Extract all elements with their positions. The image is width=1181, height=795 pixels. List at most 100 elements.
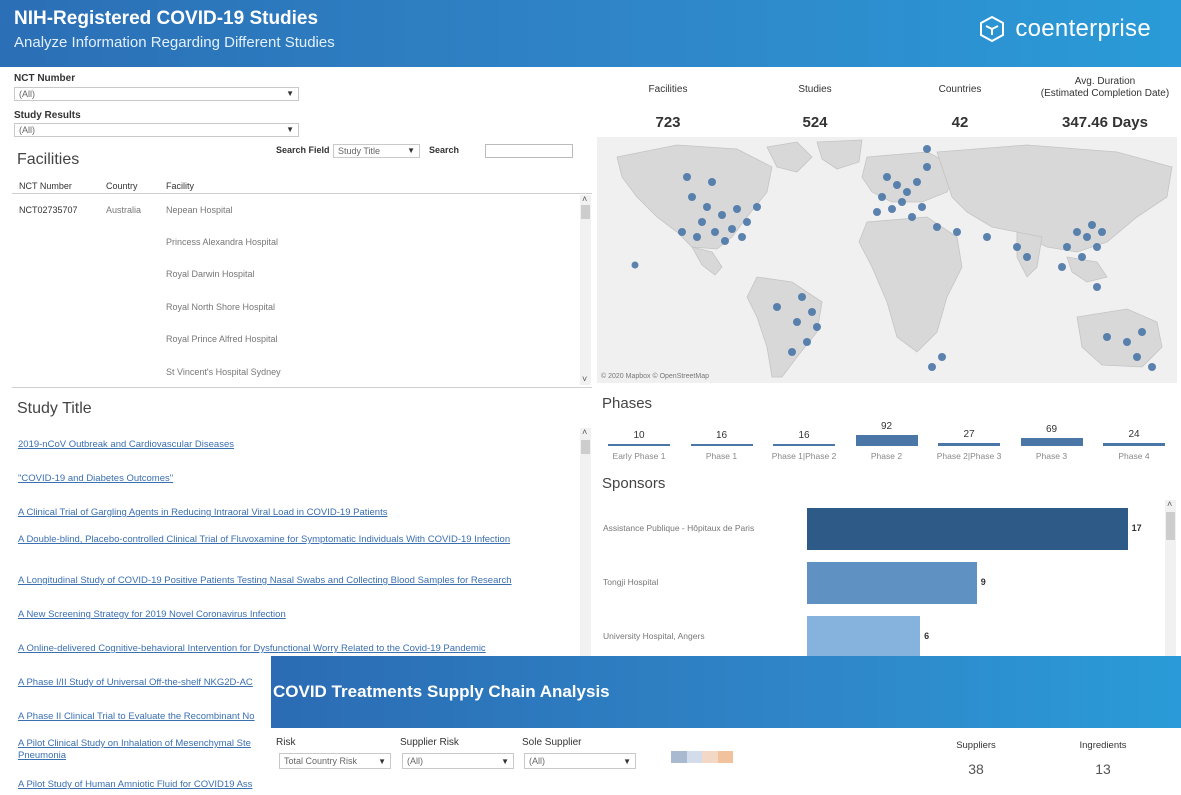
risk-dropdown[interactable]: Total Country Risk ▼	[279, 753, 391, 769]
sponsors-title: Sponsors	[602, 475, 666, 492]
phase-value-label: 16	[715, 430, 728, 441]
phase-value-label: 27	[963, 428, 975, 440]
results-filter-dropdown[interactable]: (All) ▼	[14, 123, 299, 137]
legend-swatch	[671, 751, 687, 763]
phase-bar[interactable]	[938, 442, 1000, 446]
dropdown-arrow-icon: ▼	[286, 89, 294, 98]
map-svg	[616, 139, 1173, 378]
search-field-dropdown[interactable]: Study Title ▼	[333, 144, 420, 158]
phase-bar[interactable]	[1020, 437, 1083, 446]
study-link[interactable]: A Double-blind, Placebo-controlled Clini…	[18, 534, 558, 546]
search-field-label: Search Field	[276, 145, 330, 155]
study-link[interactable]: A Pilot Clinical Study on Inhalation of …	[18, 738, 270, 762]
facilities-scroll-thumb[interactable]	[581, 205, 590, 219]
phase-bar[interactable]	[773, 444, 835, 446]
study-link[interactable]: "COVID-19 and Diabetes Outcomes"	[18, 473, 173, 485]
supply-chain-panel: Risk Total Country Risk ▼ Supplier Risk …	[271, 728, 1181, 795]
phase-category-label: Phase 2	[870, 451, 903, 461]
dropdown-arrow-icon: ▼	[501, 757, 509, 766]
cube-logo-icon	[980, 15, 1005, 43]
table-row: Royal Prince Alfred Hospital	[166, 334, 278, 344]
kpi-facilities-label: Facilities	[648, 84, 688, 95]
phase-bar[interactable]	[1103, 443, 1165, 446]
table-row: Royal Darwin Hospital	[166, 269, 255, 279]
scroll-down-icon[interactable]: ˅	[582, 374, 587, 384]
facility-country-cell: Australia	[106, 205, 142, 215]
search-label: Search	[429, 145, 460, 155]
sponsor-bar[interactable]	[807, 616, 921, 656]
study-list-scrollbar[interactable]	[580, 428, 591, 658]
kpi-countries-label: Countries	[938, 84, 982, 95]
study-link[interactable]: A Phase I/II Study of Universal Off-the-…	[18, 677, 270, 689]
phase-category-label: Phase 3	[1035, 451, 1068, 461]
supplier-risk-value: (All)	[407, 756, 423, 766]
phase-category-label: Early Phase 1	[612, 451, 666, 461]
phase-bar[interactable]	[608, 444, 670, 446]
dropdown-arrow-icon: ▼	[407, 146, 415, 155]
study-link[interactable]: A Longitudinal Study of COVID-19 Positiv…	[18, 575, 512, 587]
risk-color-legend	[671, 751, 733, 763]
table-row: St Vincent's Hospital Sydney	[166, 367, 281, 377]
section-divider	[12, 387, 592, 388]
study-title-heading: Study Title	[17, 400, 92, 417]
header-banner: NIH-Registered COVID-19 Studies Analyze …	[0, 0, 1181, 67]
sole-supplier-dropdown[interactable]: (All) ▼	[524, 753, 636, 769]
phases-title: Phases	[602, 395, 653, 412]
results-filter-label: Study Results	[14, 110, 81, 121]
study-link[interactable]: A Pilot Study of Human Amniotic Fluid fo…	[18, 779, 270, 791]
sole-supplier-value: (All)	[529, 756, 545, 766]
sponsor-bar[interactable]	[807, 508, 1128, 550]
phase-bar[interactable]	[855, 435, 918, 446]
study-link[interactable]: A Clinical Trial of Gargling Agents in R…	[18, 507, 387, 519]
table-row: Nepean Hospital	[166, 205, 233, 215]
facilities-scrollbar[interactable]	[580, 195, 591, 385]
risk-value: Total Country Risk	[284, 756, 358, 766]
phase-value-label: 24	[1128, 429, 1140, 441]
nct-filter-dropdown[interactable]: (All) ▼	[14, 87, 299, 101]
sponsor-bar[interactable]	[807, 562, 977, 604]
sponsors-scroll-thumb[interactable]	[1166, 512, 1175, 540]
map-credit: © 2020 Mapbox © OpenStreetMap	[601, 373, 709, 380]
scroll-up-icon[interactable]: ˄	[582, 427, 587, 437]
phase-category-label: Phase 1|Phase 2	[771, 451, 837, 461]
sponsor-label: Assistance Publique - Hôpitaux de Paris	[603, 523, 755, 533]
supplier-risk-dropdown[interactable]: (All) ▼	[402, 753, 514, 769]
dashboard: NIH-Registered COVID-19 Studies Analyze …	[0, 0, 1181, 795]
kpi-duration-label: Avg. Duration (Estimated Completion Date…	[1040, 76, 1170, 99]
legend-swatch	[702, 751, 718, 763]
supply-chain-banner: COVID Treatments Supply Chain Analysis	[271, 656, 1181, 728]
study-link[interactable]: A New Screening Strategy for 2019 Novel …	[18, 609, 286, 621]
sponsor-label: Tongji Hospital	[603, 577, 659, 587]
legend-swatch	[686, 751, 702, 763]
dropdown-arrow-icon: ▼	[623, 757, 631, 766]
sole-supplier-label: Sole Supplier	[522, 737, 582, 748]
study-link[interactable]: A Phase II Clinical Trial to Evaluate th…	[18, 711, 270, 723]
sponsor-label: University Hospital, Angers	[603, 631, 705, 641]
scroll-up-icon[interactable]: ˄	[1167, 499, 1172, 509]
study-link[interactable]: A Online-delivered Cognitive-behavioral …	[18, 643, 486, 655]
kpi-studies-label: Studies	[798, 84, 832, 95]
column-header-country[interactable]: Country	[106, 181, 138, 191]
logo-text: coenterprise	[1015, 15, 1151, 42]
search-input[interactable]	[485, 144, 573, 158]
results-filter-value: (All)	[19, 125, 35, 135]
column-header-nct[interactable]: NCT Number	[19, 181, 72, 191]
dashboard-title: NIH-Registered COVID-19 Studies	[14, 8, 319, 29]
study-list-scroll-thumb[interactable]	[581, 440, 590, 454]
phase-category-label: Phase 4	[1118, 451, 1150, 461]
supplier-risk-label: Supplier Risk	[400, 737, 459, 748]
kpi-duration-value: 347.46 Days	[1062, 114, 1148, 131]
phase-value-label: 92	[880, 421, 893, 432]
dropdown-arrow-icon: ▼	[378, 757, 386, 766]
study-link[interactable]: 2019-nCoV Outbreak and Cardiovascular Di…	[18, 439, 234, 451]
scroll-up-icon[interactable]: ˄	[582, 194, 587, 204]
ingredients-value: 13	[1095, 761, 1111, 777]
search-field-value: Study Title	[338, 146, 381, 156]
phase-bar[interactable]	[690, 444, 753, 446]
kpi-countries-value: 42	[951, 114, 969, 131]
sponsor-value-label: 6	[924, 631, 930, 641]
column-header-facility[interactable]: Facility	[166, 181, 194, 191]
nct-filter-label: NCT Number	[14, 73, 76, 84]
world-map[interactable]: © 2020 Mapbox © OpenStreetMap	[597, 137, 1177, 383]
phase-category-label: Phase 1	[705, 451, 738, 461]
